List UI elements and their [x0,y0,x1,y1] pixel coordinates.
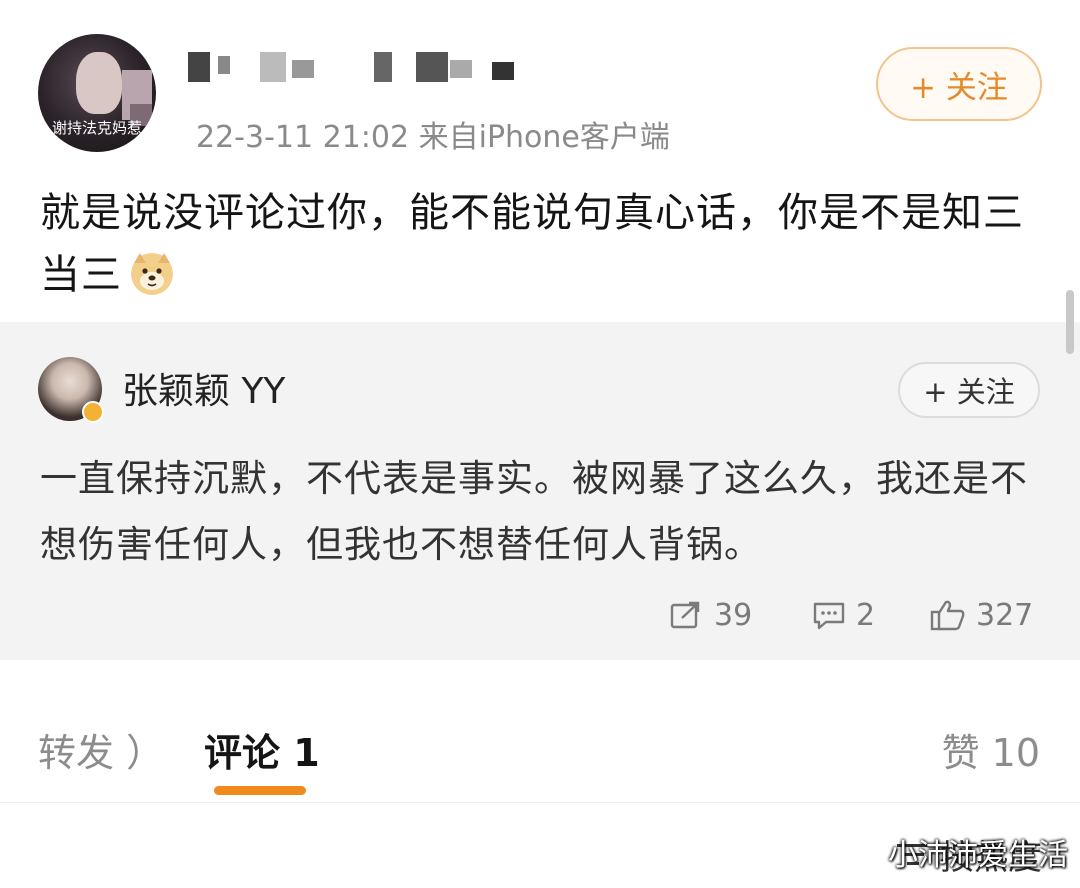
comment-button[interactable]: 2 [812,592,875,638]
comment-icon [813,602,845,630]
tab-reposts[interactable]: 转发 ） [38,722,164,777]
repost-count: 39 [714,597,753,633]
scrollbar[interactable] [1066,290,1074,354]
follow-button[interactable]: + 关注 [876,47,1042,121]
source-watermark: 小沛沛爱生活 [888,838,1068,873]
post-card: 谢持法克妈惹 22-3-11 21:02 来自iPhone客户端 + 关注 就是… [0,0,1080,322]
repost-button[interactable]: 39 [670,592,752,638]
follow-button[interactable]: + 关注 [898,362,1040,418]
comment-count: 2 [856,597,876,633]
quoted-post[interactable]: 张颖颖 YY + 关注 一直保持沉默，不代表是事实。被网暴了这么久，我还是不想伤… [0,322,1080,660]
post-text: 就是说没评论过你，能不能说句真心话，你是不是知三当三 [40,182,1040,306]
quoted-post-stats: 39 2 327 [0,592,1080,638]
avatar-watermark: 谢持法克妈惹 [51,119,142,137]
active-tab-indicator [214,786,306,795]
tab-bar: 转发 ） 评论 1 赞 10 [0,660,1080,802]
quoted-post-text: 一直保持沉默，不代表是事实。被网暴了这么久，我还是不想伤害任何人，但我也不想替任… [40,457,1028,566]
quoted-author-name[interactable]: 张颖颖 YY [122,362,285,414]
verified-badge-icon [82,401,104,423]
tab-likes[interactable]: 赞 10 [942,722,1040,777]
doge-icon [128,249,176,297]
avatar[interactable]: 谢持法克妈惹 [38,34,156,152]
post-timestamp-source: 22-3-11 21:02 来自iPhone客户端 [196,120,670,155]
divider [0,802,1080,803]
like-button[interactable]: 327 [930,592,1033,638]
thumbs-up-icon [930,600,965,631]
share-icon [670,601,700,629]
tab-comments[interactable]: 评论 1 [204,722,320,777]
avatar-face [76,52,122,114]
like-count: 327 [976,597,1034,633]
post-text-content: 就是说没评论过你，能不能说句真心话，你是不是知三当三 [40,190,1024,298]
username-redacted[interactable] [188,46,538,86]
